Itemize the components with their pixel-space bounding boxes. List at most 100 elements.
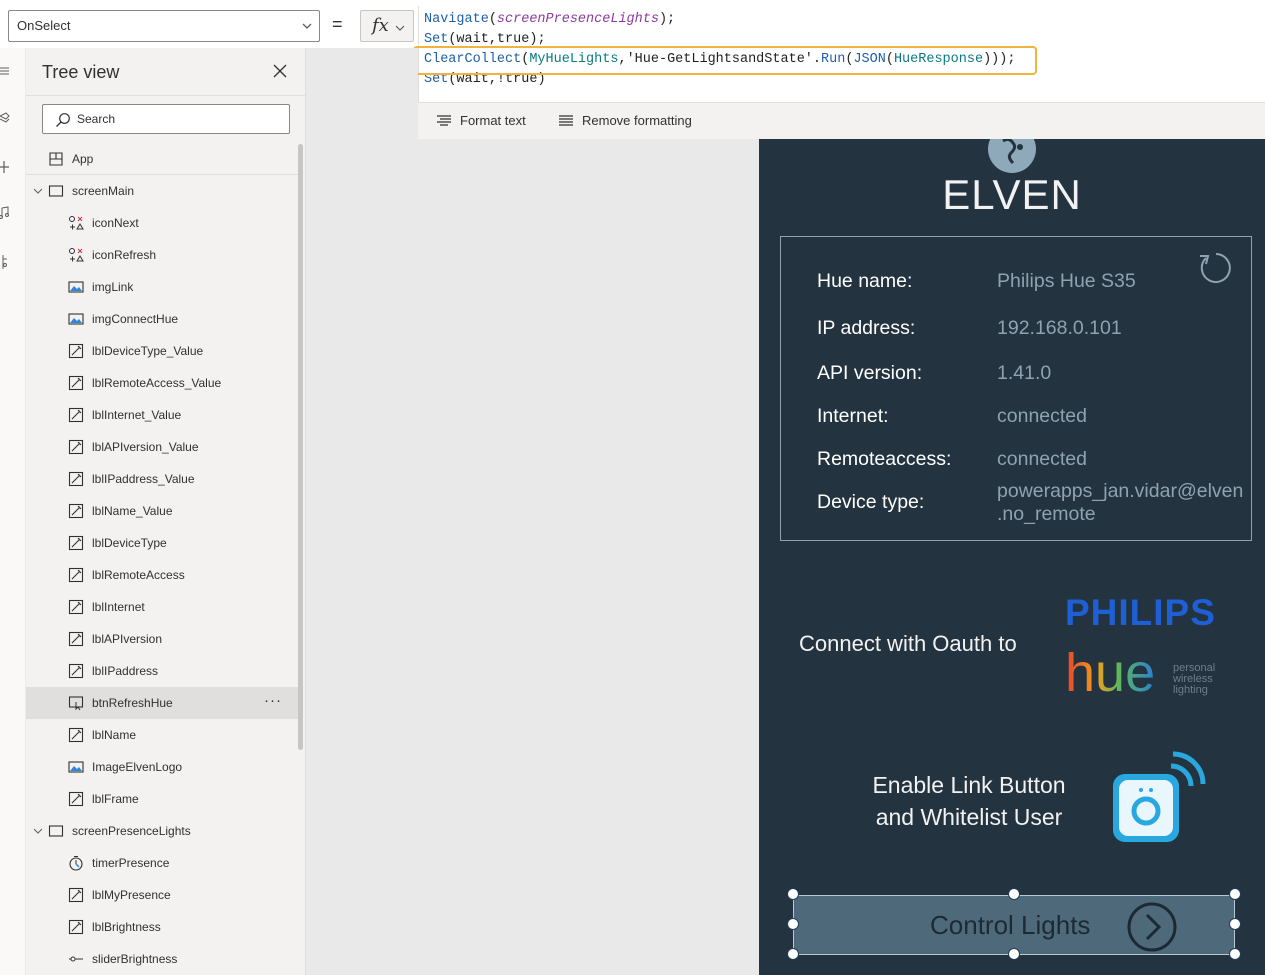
slider-icon (68, 951, 84, 967)
fx-button[interactable]: fx (360, 10, 414, 42)
resize-handle[interactable] (1008, 888, 1020, 900)
resize-handle[interactable] (1229, 888, 1241, 900)
format-text-button[interactable]: Format text (436, 113, 526, 128)
hue-name-label: Hue name: (817, 270, 913, 292)
tree-item-label: lblAPIversion (92, 632, 163, 646)
tree-item[interactable]: sliderBrightness (26, 943, 298, 975)
resize-handle[interactable] (1229, 948, 1241, 960)
tree-item[interactable]: screenPresenceLights (26, 815, 298, 847)
chevron-down-icon (395, 25, 405, 31)
resize-handle[interactable] (1229, 918, 1241, 930)
tree-item-label: btnRefreshHue (92, 696, 173, 710)
tree-item-label: imgLink (92, 280, 134, 294)
tree-item[interactable]: lblIPaddress (26, 655, 298, 687)
tree-item-label: lblName (92, 728, 137, 742)
elven-globe-icon (988, 139, 1036, 173)
tree-item-label: ImageElvenLogo (92, 760, 183, 774)
format-toolbar: Format text Remove formatting (418, 102, 1265, 139)
resize-handle[interactable] (787, 888, 799, 900)
control-lights-button[interactable]: Control Lights (793, 895, 1235, 955)
close-icon[interactable] (272, 63, 288, 79)
remove-formatting-icon (559, 114, 573, 126)
tree-item[interactable]: lblDeviceType (26, 527, 298, 559)
tree-item[interactable]: lblName (26, 719, 298, 751)
media-icon[interactable] (0, 206, 10, 220)
tree-item-label: iconRefresh (92, 248, 157, 262)
property-dropdown[interactable]: OnSelect (8, 10, 320, 42)
tree-item[interactable]: lblDeviceType_Value (26, 335, 298, 367)
tree-item[interactable]: imgLink (26, 271, 298, 303)
tools-icon[interactable] (0, 254, 10, 270)
more-options-icon[interactable]: ··· (264, 692, 282, 709)
chevron-down-icon[interactable] (34, 827, 42, 835)
tree-item-label: lblInternet_Value (92, 408, 182, 422)
tree-item[interactable]: btnRefreshHue ··· (26, 687, 298, 719)
tree-item[interactable]: lblInternet_Value (26, 399, 298, 431)
tree-item[interactable]: timerPresence (26, 847, 298, 879)
tree-item-label: lblMyPresence (92, 888, 171, 902)
search-input[interactable] (77, 109, 277, 129)
tree-item[interactable]: App (26, 143, 298, 175)
tree-item[interactable]: lblAPIversion (26, 623, 298, 655)
search-box[interactable] (42, 104, 290, 134)
plus-icon[interactable] (0, 160, 10, 174)
tree-item[interactable]: ImageElvenLogo (26, 751, 298, 783)
resize-handle[interactable] (1008, 948, 1020, 960)
label-icon (68, 663, 84, 679)
canvas-background (306, 48, 418, 139)
link-button-text: Enable Link Button and Whitelist User (859, 769, 1079, 833)
tree-item-label: lblRemoteAccess (92, 568, 185, 582)
tree-item-label: lblFrame (92, 792, 139, 806)
tree-item[interactable]: lblRemoteAccess (26, 559, 298, 591)
tree-item[interactable]: lblMyPresence (26, 879, 298, 911)
app-screen-preview: ELVEN Hue name: Philips Hue S35 IP addre… (759, 139, 1265, 975)
remove-formatting-button[interactable]: Remove formatting (558, 113, 692, 128)
philips-logo[interactable]: PHILIPS (1065, 592, 1216, 634)
resize-handle[interactable] (787, 948, 799, 960)
tree-item[interactable]: lblName_Value (26, 495, 298, 527)
chevron-down-icon (302, 23, 312, 29)
image-icon (68, 759, 84, 775)
tree-item[interactable]: iconNext (26, 207, 298, 239)
tree-item[interactable]: lblAPIversion_Value (26, 431, 298, 463)
divider (26, 95, 306, 96)
hue-logo[interactable]: hue personal wireless lighting (1065, 649, 1225, 699)
ip-address-value: 192.168.0.101 (997, 317, 1122, 339)
link-text-line1: Enable Link Button (872, 772, 1066, 798)
tree-item[interactable]: lblIPaddress_Value (26, 463, 298, 495)
tree-item-label: lblBrightness (92, 920, 161, 934)
tree-item[interactable]: lblBrightness (26, 911, 298, 943)
chevron-down-icon[interactable] (34, 187, 42, 195)
remove-formatting-label: Remove formatting (582, 113, 692, 128)
app-icon (48, 151, 64, 167)
tree-item-label: timerPresence (92, 856, 170, 870)
internet-value: connected (997, 405, 1087, 427)
elven-logo-text: ELVEN (942, 171, 1082, 218)
remoteaccess-label: Remoteaccess: (817, 448, 952, 470)
tree-view-panel: Tree view App screenMain iconNext iconRefre… (26, 48, 306, 975)
tree-item[interactable]: imgConnectHue (26, 303, 298, 335)
tree-item-label: screenPresenceLights (72, 824, 191, 838)
device-type-value-line2: .no_remote (997, 503, 1096, 525)
svg-text:hue: hue (1065, 649, 1155, 699)
tree-item[interactable]: screenMain (26, 175, 298, 207)
tree-item-label: lblName_Value (92, 504, 173, 518)
tree-item-label: lblDeviceType (92, 536, 167, 550)
tree-item[interactable]: lblInternet (26, 591, 298, 623)
tree-item[interactable]: lblFrame (26, 783, 298, 815)
scrollbar[interactable] (298, 144, 303, 750)
layers-icon[interactable] (0, 112, 10, 124)
hue-bridge-icon[interactable] (1111, 744, 1213, 844)
button-icon (68, 695, 84, 711)
device-type-value: powerapps_jan.vidar@elven .no_remote (997, 480, 1243, 526)
refresh-icon[interactable] (1197, 249, 1235, 287)
tree-item[interactable]: iconRefresh (26, 239, 298, 271)
menu-icon[interactable] (0, 66, 10, 76)
svg-text:lighting: lighting (1173, 684, 1208, 696)
tree-item[interactable]: lblRemoteAccess_Value (26, 367, 298, 399)
resize-handle[interactable] (787, 918, 799, 930)
icon-control-icon (68, 247, 84, 263)
info-frame: Hue name: Philips Hue S35 IP address: 19… (780, 236, 1252, 541)
label-icon (68, 919, 84, 935)
device-type-label: Device type: (817, 491, 925, 513)
